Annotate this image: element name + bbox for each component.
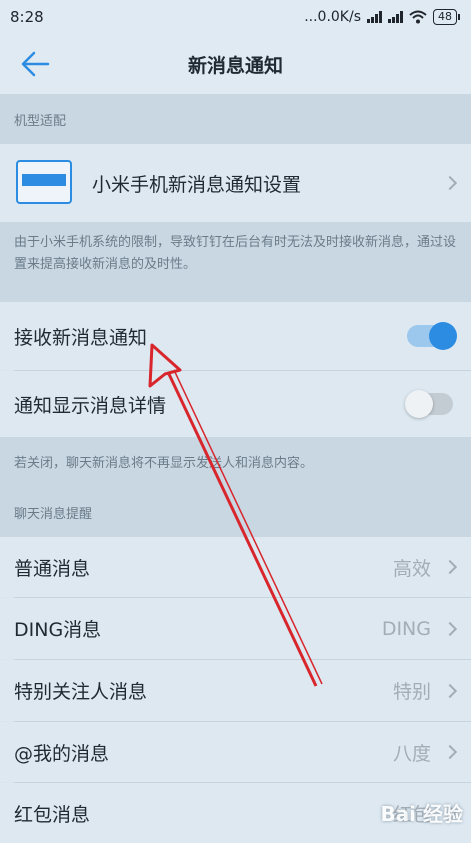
chevron-right-icon [442, 175, 458, 191]
show-detail-label: 通知显示消息详情 [14, 394, 167, 417]
device-note: 由于小米手机系统的限制，导致钉钉在后台有时无法及时接收新消息，通过设置来提高接收… [0, 222, 471, 302]
list-item-value: DING [381, 617, 431, 640]
wifi-icon [409, 10, 427, 24]
phone-device-icon [16, 160, 72, 204]
mention-message-item[interactable]: @我的消息 八度 [0, 722, 471, 782]
show-detail-row: 通知显示消息详情 [0, 371, 471, 437]
status-bar: 8:28 ...0.0K/s 48 [0, 0, 471, 34]
list-item-label: DING消息 [14, 619, 102, 641]
section-header-device: 机型适配 [0, 94, 471, 144]
list-item-label: 普通消息 [14, 557, 91, 580]
nav-bar: 新消息通知 [0, 34, 471, 94]
list-item-label: @我的消息 [14, 742, 110, 765]
chevron-right-icon [442, 683, 458, 698]
toggle-knob [405, 390, 433, 418]
receive-notification-toggle[interactable] [407, 322, 457, 350]
status-indicators: ...0.0K/s 48 [304, 9, 460, 25]
section-header-chat: 聊天消息提醒 [0, 493, 471, 537]
ding-message-item[interactable]: DING消息 DING [0, 598, 471, 659]
network-speed: ...0.0K/s [304, 9, 361, 25]
show-detail-toggle[interactable] [405, 390, 453, 418]
chevron-right-icon [442, 621, 458, 636]
list-item-label: 特别关注人消息 [14, 681, 148, 703]
chevron-right-icon [442, 559, 458, 575]
receive-notification-row: 接收新消息通知 [0, 302, 471, 370]
signal-icon [367, 11, 382, 23]
toggle-knob [429, 322, 457, 350]
battery-icon: 48 [433, 9, 460, 25]
page-title: 新消息通知 [187, 54, 283, 77]
status-time: 8:28 [10, 8, 44, 26]
list-item-value: 特别 [392, 681, 431, 703]
chevron-right-icon [442, 744, 458, 760]
watermark: Bai 经验 [380, 802, 463, 826]
normal-message-item[interactable]: 普通消息 高效 [0, 537, 471, 597]
special-follow-message-item[interactable]: 特别关注人消息 特别 [0, 660, 471, 721]
receive-notification-label: 接收新消息通知 [14, 326, 148, 349]
detail-note: 若关闭，聊天新消息将不再显示发送人和消息内容。 [0, 437, 471, 493]
xiaomi-settings-label: 小米手机新消息通知设置 [92, 173, 302, 196]
list-item-value: 八度 [392, 742, 431, 765]
signal-icon-2 [388, 11, 403, 23]
list-item-label: 红包消息 [14, 803, 91, 826]
list-item-value: 高效 [392, 557, 431, 580]
back-arrow-icon[interactable] [18, 48, 52, 80]
